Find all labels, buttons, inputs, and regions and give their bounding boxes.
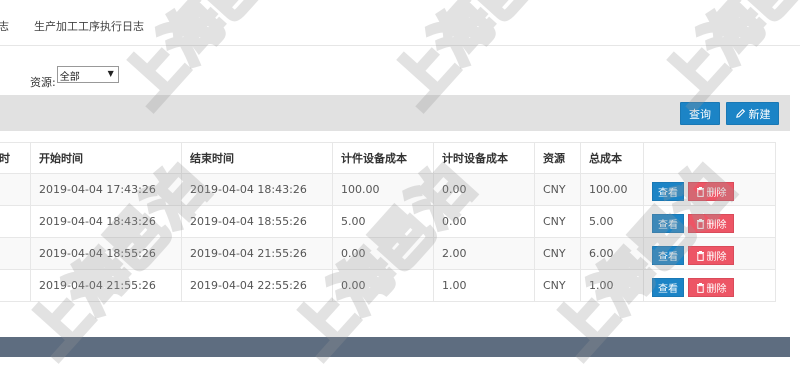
resource-filter-label: 资源:	[30, 76, 56, 89]
view-button[interactable]: 查看	[652, 214, 684, 233]
table-row: 2019-04-04 21:55:26 2019-04-04 22:55:26 …	[0, 269, 776, 302]
view-button[interactable]: 查看	[652, 182, 684, 201]
delete-button-label: 删除	[706, 220, 727, 231]
trash-icon	[696, 186, 704, 197]
table-row: 2019-04-04 18:55:26 2019-04-04 21:55:26 …	[0, 237, 776, 270]
cell-end-time: 2019-04-04 18:43:26	[181, 173, 333, 206]
cell-resource: CNY	[534, 173, 581, 206]
cell-resource: CNY	[534, 237, 581, 270]
cell-time-cost: 0.00	[433, 205, 535, 238]
resource-select[interactable]: 全部 ▼	[56, 66, 119, 83]
column-header-start-time: 开始时间	[30, 142, 182, 174]
new-button[interactable]: 新建	[726, 102, 779, 125]
pencil-icon	[735, 108, 745, 118]
cell-start-time: 2019-04-04 18:55:26	[30, 237, 182, 270]
tab-log-partial[interactable]: 志	[0, 18, 9, 34]
view-button[interactable]: 查看	[652, 246, 684, 265]
delete-button[interactable]: 删除	[688, 214, 734, 233]
cell-truncated	[0, 237, 31, 270]
table-row: 2019-04-04 18:43:26 2019-04-04 18:55:26 …	[0, 205, 776, 238]
cell-end-time: 2019-04-04 21:55:26	[181, 237, 333, 270]
cell-actions: 查看 删除	[643, 237, 776, 270]
cell-start-time: 2019-04-04 21:55:26	[30, 269, 182, 302]
cell-time-cost: 1.00	[433, 269, 535, 302]
cell-piece-cost: 0.00	[332, 237, 434, 270]
cell-time-cost: 0.00	[433, 173, 535, 206]
cell-time-cost: 2.00	[433, 237, 535, 270]
cell-piece-cost: 0.00	[332, 269, 434, 302]
cell-actions: 查看 删除	[643, 205, 776, 238]
resource-filter: 资源: 全部 ▼	[30, 66, 119, 92]
cell-resource: CNY	[534, 205, 581, 238]
toolbar	[0, 95, 790, 131]
cell-total-cost: 100.00	[580, 173, 644, 206]
column-header-piece-cost: 计件设备成本	[332, 142, 434, 174]
trash-icon	[696, 218, 704, 229]
resource-select-value: 全部	[59, 72, 80, 83]
column-header: 时	[0, 142, 31, 174]
column-header-resource: 资源	[534, 142, 581, 174]
table-row: 2019-04-04 17:43:26 2019-04-04 18:43:26 …	[0, 173, 776, 206]
delete-button[interactable]: 删除	[688, 278, 734, 297]
cell-end-time: 2019-04-04 18:55:26	[181, 205, 333, 238]
tab-process-execution-log[interactable]: 生产加工工序执行日志	[34, 18, 144, 34]
trash-icon	[696, 250, 704, 261]
dropdown-arrow-icon: ▼	[107, 69, 114, 78]
delete-button[interactable]: 删除	[688, 182, 734, 201]
view-button[interactable]: 查看	[652, 278, 684, 297]
cell-actions: 查看 删除	[643, 269, 776, 302]
column-header-actions	[643, 142, 776, 174]
cell-total-cost: 1.00	[580, 269, 644, 302]
footer-bar	[0, 337, 790, 357]
cell-total-cost: 5.00	[580, 205, 644, 238]
cell-piece-cost: 5.00	[332, 205, 434, 238]
delete-button-label: 删除	[706, 188, 727, 199]
cost-table: 时 开始时间 结束时间 计件设备成本 计时设备成本 资源 总成本 2019-04…	[0, 142, 776, 302]
column-header-time-cost: 计时设备成本	[433, 142, 535, 174]
column-header-total-cost: 总成本	[580, 142, 644, 174]
cell-actions: 查看 删除	[643, 173, 776, 206]
new-button-label: 新建	[748, 107, 771, 121]
cell-total-cost: 6.00	[580, 237, 644, 270]
tab-bar: 志 生产加工工序执行日志	[0, 0, 800, 46]
cell-resource: CNY	[534, 269, 581, 302]
trash-icon	[696, 282, 704, 293]
cell-truncated	[0, 173, 31, 206]
table-header-row: 时 开始时间 结束时间 计件设备成本 计时设备成本 资源 总成本	[0, 142, 776, 174]
delete-button[interactable]: 删除	[688, 246, 734, 265]
cell-start-time: 2019-04-04 18:43:26	[30, 205, 182, 238]
cell-start-time: 2019-04-04 17:43:26	[30, 173, 182, 206]
query-button[interactable]: 查询	[680, 102, 720, 125]
cell-piece-cost: 100.00	[332, 173, 434, 206]
column-header-end-time: 结束时间	[181, 142, 333, 174]
delete-button-label: 删除	[706, 284, 727, 295]
cell-truncated	[0, 205, 31, 238]
delete-button-label: 删除	[706, 252, 727, 263]
cell-truncated	[0, 269, 31, 302]
cell-end-time: 2019-04-04 22:55:26	[181, 269, 333, 302]
